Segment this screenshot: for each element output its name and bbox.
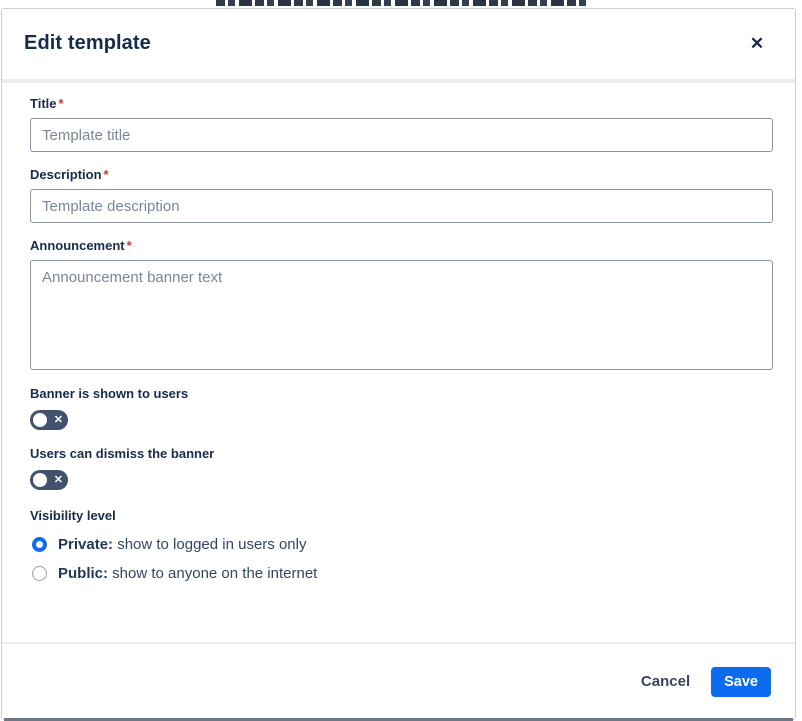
toggle-knob [33,473,47,487]
background-page-clipped-text [216,0,588,6]
dialog-title: Edit template [24,32,151,55]
radio-unselected-icon[interactable] [32,566,47,581]
description-field-label: Description* [30,152,773,182]
banner-dismiss-label: Users can dismiss the banner [30,430,773,461]
edit-template-dialog: Edit template ✕ Title* Description* Anno… [1,8,796,720]
radio-selected-icon[interactable] [32,537,47,552]
required-asterisk: * [127,238,132,253]
required-asterisk: * [104,167,109,182]
announcement-field-label: Announcement* [30,223,773,253]
announcement-textarea[interactable] [30,260,773,370]
title-input[interactable] [30,118,773,152]
dialog-footer: Cancel Save [2,644,795,719]
visibility-option-public[interactable]: Public: show to anyone on the internet [32,563,773,583]
cancel-button[interactable]: Cancel [641,673,690,690]
public-option-label: Public: show to anyone on the internet [58,565,317,582]
required-asterisk: * [59,96,64,111]
announcement-label-text: Announcement [30,238,125,253]
banner-dismiss-toggle[interactable]: ✕ [30,470,68,490]
title-field-label: Title* [30,83,773,111]
public-option-description: show to anyone on the internet [108,565,317,582]
toggle-knob [33,413,47,427]
banner-shown-toggle[interactable]: ✕ [30,410,68,430]
toggle-off-x-icon: ✕ [54,470,63,490]
title-label-text: Title [30,96,57,111]
toggle-off-x-icon: ✕ [54,410,63,430]
visibility-option-private[interactable]: Private: show to logged in users only [32,534,773,554]
visibility-level-label: Visibility level [30,490,773,523]
private-option-name: Private: [58,536,113,553]
banner-shown-label: Banner is shown to users [30,370,773,401]
private-option-label: Private: show to logged in users only [58,536,306,553]
close-icon[interactable]: ✕ [744,31,770,57]
public-option-name: Public: [58,565,108,582]
description-label-text: Description [30,167,102,182]
private-option-description: show to logged in users only [113,536,306,553]
dialog-header: Edit template ✕ [2,9,795,79]
dialog-body: Title* Description* Announcement* Banner… [2,83,795,642]
description-input[interactable] [30,189,773,223]
save-button[interactable]: Save [711,667,771,697]
